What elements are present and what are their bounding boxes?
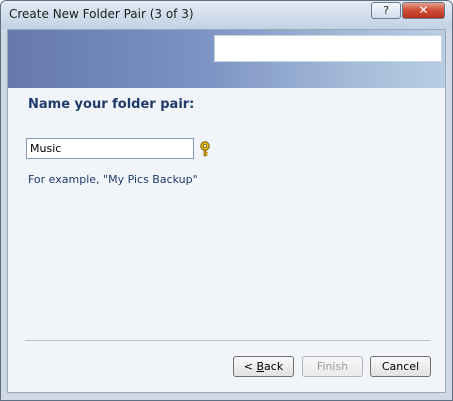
finish-button[interactable]: Finish xyxy=(302,356,363,377)
footer-divider xyxy=(25,340,430,341)
help-button[interactable]: ? xyxy=(371,2,401,19)
header-banner xyxy=(8,30,445,88)
back-label-suffix: ack xyxy=(264,360,284,373)
banner-image-box xyxy=(214,35,442,62)
folder-pair-name-input[interactable] xyxy=(26,138,194,159)
finish-label: Finish xyxy=(316,360,349,373)
close-icon: ✕ xyxy=(418,3,429,17)
close-button[interactable]: ✕ xyxy=(402,2,445,19)
cancel-label: Cancel xyxy=(381,360,420,373)
help-key-icon[interactable] xyxy=(198,141,212,157)
page-heading: Name your folder pair: xyxy=(28,97,195,112)
back-label-mnemonic: B xyxy=(256,360,265,373)
dialog-window: Create New Folder Pair (3 of 3) ? ✕ Name… xyxy=(0,0,453,401)
question-icon: ? xyxy=(383,4,389,17)
wizard-content: Name your folder pair: For example, "My … xyxy=(7,29,446,393)
back-button[interactable]: < Back xyxy=(233,356,294,377)
title-bar[interactable]: Create New Folder Pair (3 of 3) ? ✕ xyxy=(1,1,452,29)
back-label-prefix: < xyxy=(243,360,257,373)
cancel-button[interactable]: Cancel xyxy=(370,356,431,377)
example-text: For example, "My Pics Backup" xyxy=(28,173,198,186)
window-title: Create New Folder Pair (3 of 3) xyxy=(9,7,194,21)
